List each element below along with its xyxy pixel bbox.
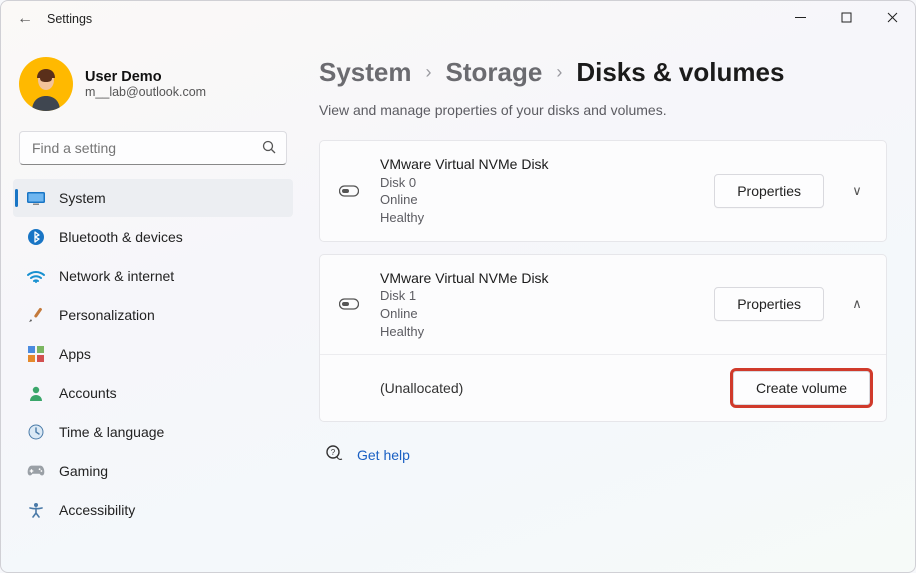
apps-icon [27,345,45,363]
sidebar-item-label: Personalization [59,307,155,323]
sidebar-item-label: Apps [59,346,91,362]
sidebar-item-accounts[interactable]: Accounts [13,374,293,412]
search-icon [262,140,276,157]
svg-text:?: ? [331,448,336,457]
sidebar-item-system[interactable]: System [13,179,293,217]
breadcrumb: System › Storage › Disks & volumes [319,57,887,88]
sidebar-item-bluetooth[interactable]: Bluetooth & devices [13,218,293,256]
disk-row[interactable]: VMware Virtual NVMe DiskDisk 0OnlineHeal… [320,141,886,241]
sidebar-item-label: Network & internet [59,268,174,284]
personalization-icon [27,306,45,324]
user-name: User Demo [85,69,206,85]
sidebar-item-label: System [59,190,106,206]
help-row: ? Get help [319,444,887,465]
back-button[interactable]: ← [11,10,39,28]
user-block[interactable]: User Demo m__lab@outlook.com [13,49,293,127]
accounts-icon [27,384,45,402]
breadcrumb-system[interactable]: System [319,57,412,88]
disk-title: VMware Virtual NVMe Disk [380,155,694,174]
disk-status: Online [380,191,694,209]
disk-title: VMware Virtual NVMe Disk [380,269,694,288]
get-help-link[interactable]: Get help [357,447,410,463]
system-icon [27,189,45,207]
sidebar-item-label: Bluetooth & devices [59,229,183,245]
volume-row: (Unallocated)Create volume [320,354,886,421]
sidebar-item-personalization[interactable]: Personalization [13,296,293,334]
sidebar-item-time[interactable]: Time & language [13,413,293,451]
accessibility-icon [27,501,45,519]
bluetooth-icon [27,228,45,246]
properties-button[interactable]: Properties [714,287,824,321]
time-icon [27,423,45,441]
properties-button[interactable]: Properties [714,174,824,208]
sidebar-item-apps[interactable]: Apps [13,335,293,373]
chevron-down-icon[interactable]: ∨ [844,183,870,199]
chevron-right-icon: › [426,62,432,83]
disk-health: Healthy [380,209,694,227]
disk-health: Healthy [380,323,694,341]
sidebar-item-label: Gaming [59,463,108,479]
chevron-up-icon[interactable]: ∧ [844,296,870,312]
network-icon [27,267,45,285]
window-title: Settings [47,12,92,26]
avatar [19,57,73,111]
disk-row[interactable]: VMware Virtual NVMe DiskDisk 1OnlineHeal… [320,255,886,355]
search-box[interactable] [19,131,287,165]
main-content: System › Storage › Disks & volumes View … [301,37,915,572]
disk-card: VMware Virtual NVMe DiskDisk 0OnlineHeal… [319,140,887,242]
help-icon: ? [325,444,343,465]
chevron-right-icon: › [556,62,562,83]
gaming-icon [27,462,45,480]
disk-status: Online [380,305,694,323]
disk-name: Disk 1 [380,287,694,305]
disk-icon [338,185,360,197]
breadcrumb-current: Disks & volumes [576,57,784,88]
page-subtitle: View and manage properties of your disks… [319,102,887,118]
disk-icon [338,298,360,310]
disk-name: Disk 0 [380,174,694,192]
nav-list: System Bluetooth & devices Network & inter… [13,179,293,529]
sidebar-item-accessibility[interactable]: Accessibility [13,491,293,529]
volume-label: (Unallocated) [380,380,733,396]
sidebar-item-gaming[interactable]: Gaming [13,452,293,490]
disk-card: VMware Virtual NVMe DiskDisk 1OnlineHeal… [319,254,887,423]
close-button[interactable] [869,1,915,33]
sidebar-item-label: Accessibility [59,502,135,518]
titlebar: ← Settings [1,1,915,37]
minimize-button[interactable] [777,1,823,33]
search-input[interactable] [30,139,262,157]
sidebar-item-label: Accounts [59,385,117,401]
sidebar-item-network[interactable]: Network & internet [13,257,293,295]
breadcrumb-storage[interactable]: Storage [446,57,543,88]
sidebar-item-label: Time & language [59,424,164,440]
sidebar: User Demo m__lab@outlook.com System Bluet… [1,37,301,572]
maximize-button[interactable] [823,1,869,33]
user-email: m__lab@outlook.com [85,85,206,99]
settings-window: ← Settings [0,0,916,573]
create-volume-button[interactable]: Create volume [733,371,870,405]
